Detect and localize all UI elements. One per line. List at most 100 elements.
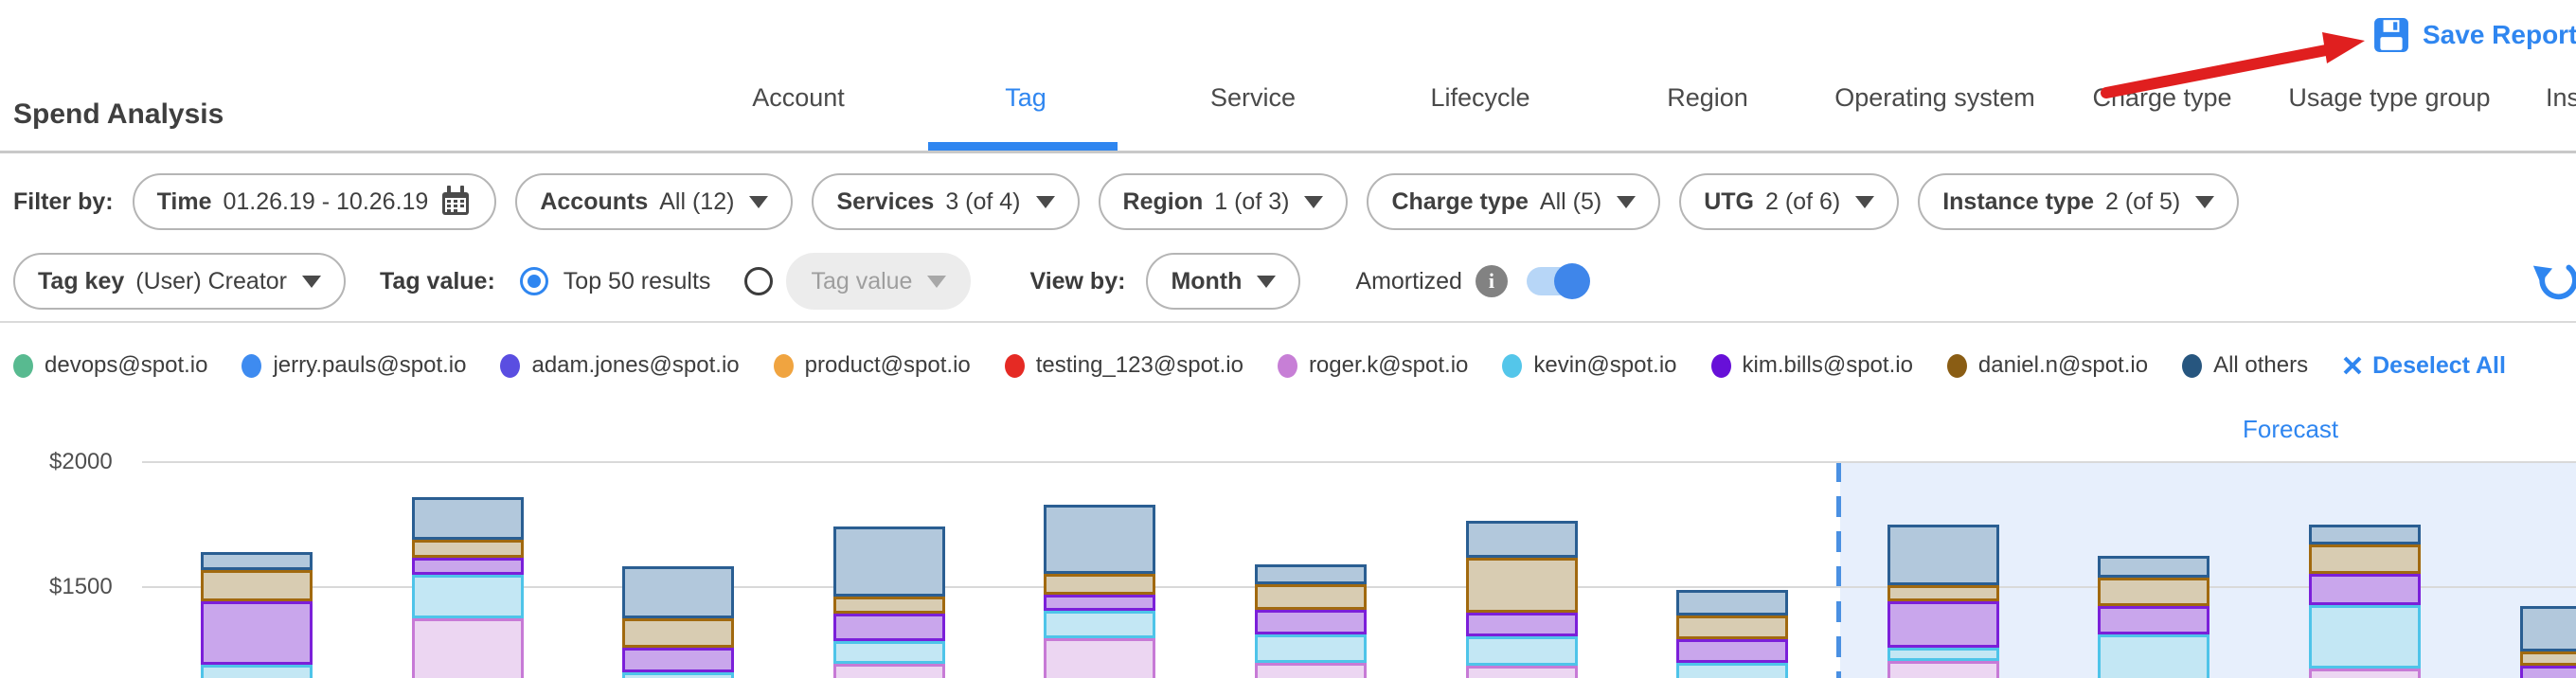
legend-item[interactable]: product@spot.io bbox=[774, 352, 971, 379]
bar-5-segment-kim[interactable] bbox=[1044, 595, 1155, 611]
bar-6-segment-daniel[interactable] bbox=[1255, 584, 1367, 609]
bar-12-segment-daniel[interactable] bbox=[2520, 651, 2576, 666]
pill-value: 2 (of 5) bbox=[2105, 188, 2180, 216]
time-filter-pill[interactable]: Time01.26.19 - 10.26.19 bbox=[133, 173, 497, 230]
legend-item[interactable]: roger.k@spot.io bbox=[1278, 352, 1468, 379]
region-filter-pill[interactable]: Region1 (of 3) bbox=[1099, 173, 1349, 230]
deselect-all-button[interactable]: Deselect All bbox=[2342, 352, 2506, 380]
tab-tag[interactable]: Tag bbox=[912, 83, 1139, 113]
reset-filters-button[interactable] bbox=[2531, 254, 2576, 310]
bar-7-segment-daniel[interactable] bbox=[1466, 558, 1578, 613]
bar-4-segment-kevin[interactable] bbox=[833, 641, 945, 664]
bar-4-segment-kim[interactable] bbox=[833, 614, 945, 641]
legend-item[interactable]: adam.jones@spot.io bbox=[500, 352, 739, 379]
bar-2-segment-daniel[interactable] bbox=[412, 540, 524, 558]
bar-6-segment-kevin[interactable] bbox=[1255, 634, 1367, 663]
bar-6-segment-all_others[interactable] bbox=[1255, 564, 1367, 584]
bar-3-segment-daniel[interactable] bbox=[622, 618, 734, 647]
bar-9-segment-kevin[interactable] bbox=[1887, 648, 1999, 662]
bar-8-segment-daniel[interactable] bbox=[1676, 616, 1788, 640]
bar-2-segment-kevin[interactable] bbox=[412, 575, 524, 618]
services-filter-pill[interactable]: Services3 (of 4) bbox=[812, 173, 1079, 230]
legend-label: kim.bills@spot.io bbox=[1743, 352, 1913, 379]
bar-6-segment-kim[interactable] bbox=[1255, 610, 1367, 634]
bar-1-segment-kim[interactable] bbox=[201, 601, 313, 665]
page-title: Spend Analysis bbox=[13, 98, 224, 131]
caret-down-icon bbox=[302, 276, 321, 288]
legend-item[interactable]: devops@spot.io bbox=[13, 352, 207, 379]
bar-5-segment-all_others[interactable] bbox=[1044, 505, 1155, 574]
info-icon[interactable]: i bbox=[1476, 265, 1508, 297]
bar-2-segment-roger[interactable] bbox=[412, 618, 524, 678]
tag-key-pill[interactable]: Tag key (User) Creator bbox=[13, 253, 346, 310]
annotation-arrow-icon bbox=[2093, 15, 2377, 110]
top-50-results-radio[interactable] bbox=[520, 267, 548, 295]
bar-9-segment-roger[interactable] bbox=[1887, 661, 1999, 678]
tab-inst[interactable]: Inst bbox=[2503, 83, 2576, 113]
bar-8-segment-kim[interactable] bbox=[1676, 639, 1788, 663]
bar-7-segment-kim[interactable] bbox=[1466, 613, 1578, 636]
bar-1-segment-daniel[interactable] bbox=[201, 570, 313, 601]
bar-3-segment-all_others[interactable] bbox=[622, 566, 734, 618]
bar-11-segment-daniel[interactable] bbox=[2309, 544, 2421, 573]
bar-7-segment-all_others[interactable] bbox=[1466, 521, 1578, 557]
bar-10-segment-kim[interactable] bbox=[2098, 606, 2209, 634]
bar-2-segment-all_others[interactable] bbox=[412, 497, 524, 540]
bar-6-segment-roger[interactable] bbox=[1255, 663, 1367, 678]
toggle-knob bbox=[1554, 263, 1590, 299]
tab-region[interactable]: Region bbox=[1594, 83, 1821, 113]
accounts-filter-pill[interactable]: AccountsAll (12) bbox=[515, 173, 793, 230]
amortized-label: Amortized bbox=[1355, 268, 1462, 295]
bar-9-segment-daniel[interactable] bbox=[1887, 585, 1999, 601]
legend-label: devops@spot.io bbox=[45, 352, 207, 379]
bar-5-segment-daniel[interactable] bbox=[1044, 574, 1155, 595]
bar-8-segment-all_others[interactable] bbox=[1676, 590, 1788, 616]
amortized-toggle[interactable] bbox=[1527, 267, 1587, 295]
tag-key-pill-label: Tag key bbox=[38, 268, 124, 295]
charge-type-filter-pill[interactable]: Charge typeAll (5) bbox=[1367, 173, 1660, 230]
bar-10-segment-daniel[interactable] bbox=[2098, 578, 2209, 606]
caret-down-icon bbox=[1304, 196, 1323, 208]
bar-1-segment-all_others[interactable] bbox=[201, 552, 313, 570]
bar-11-segment-all_others[interactable] bbox=[2309, 525, 2421, 544]
legend-item[interactable]: All others bbox=[2182, 352, 2308, 379]
bar-11-segment-kim[interactable] bbox=[2309, 574, 2421, 605]
legend-item[interactable]: kevin@spot.io bbox=[1502, 352, 1676, 379]
bar-2-segment-kim[interactable] bbox=[412, 558, 524, 575]
tab-operating-system[interactable]: Operating system bbox=[1821, 83, 2048, 113]
pill-label: Charge type bbox=[1391, 188, 1528, 216]
bar-4-segment-daniel[interactable] bbox=[833, 597, 945, 614]
bar-4-segment-roger[interactable] bbox=[833, 664, 945, 678]
utg-filter-pill[interactable]: UTG2 (of 6) bbox=[1679, 173, 1899, 230]
bar-7-segment-roger[interactable] bbox=[1466, 666, 1578, 678]
bar-5-segment-kevin[interactable] bbox=[1044, 611, 1155, 638]
bar-10-segment-kevin[interactable] bbox=[2098, 634, 2209, 678]
bar-4-segment-all_others[interactable] bbox=[833, 526, 945, 597]
tab-service[interactable]: Service bbox=[1139, 83, 1367, 113]
bar-12-segment-all_others[interactable] bbox=[2520, 606, 2576, 651]
bar-7-segment-kevin[interactable] bbox=[1466, 636, 1578, 667]
pill-label: Region bbox=[1123, 188, 1204, 216]
legend-item[interactable]: daniel.n@spot.io bbox=[1947, 352, 2148, 379]
bar-8-segment-kevin[interactable] bbox=[1676, 663, 1788, 678]
bar-3-segment-kim[interactable] bbox=[622, 648, 734, 672]
tab-lifecycle[interactable]: Lifecycle bbox=[1367, 83, 1594, 113]
bar-11-segment-roger[interactable] bbox=[2309, 669, 2421, 678]
legend-dot-icon bbox=[13, 354, 33, 378]
tag-value-radio[interactable] bbox=[744, 267, 773, 295]
legend-item[interactable]: jerry.pauls@spot.io bbox=[242, 352, 466, 379]
bar-10-segment-all_others[interactable] bbox=[2098, 556, 2209, 577]
tab-account[interactable]: Account bbox=[685, 83, 912, 113]
legend-item[interactable]: testing_123@spot.io bbox=[1005, 352, 1243, 379]
instance-type-filter-pill[interactable]: Instance type2 (of 5) bbox=[1918, 173, 2239, 230]
bar-12-segment-kim[interactable] bbox=[2520, 666, 2576, 678]
bar-3-segment-kevin[interactable] bbox=[622, 672, 734, 678]
save-report-button[interactable]: Save Report bbox=[2373, 17, 2576, 53]
legend-item[interactable]: kim.bills@spot.io bbox=[1711, 352, 1913, 379]
view-by-pill[interactable]: Month bbox=[1146, 253, 1300, 310]
bar-1-segment-kevin[interactable] bbox=[201, 665, 313, 678]
bar-11-segment-kevin[interactable] bbox=[2309, 605, 2421, 669]
bar-9-segment-kim[interactable] bbox=[1887, 601, 1999, 648]
bar-5-segment-roger[interactable] bbox=[1044, 638, 1155, 678]
bar-9-segment-all_others[interactable] bbox=[1887, 525, 1999, 584]
